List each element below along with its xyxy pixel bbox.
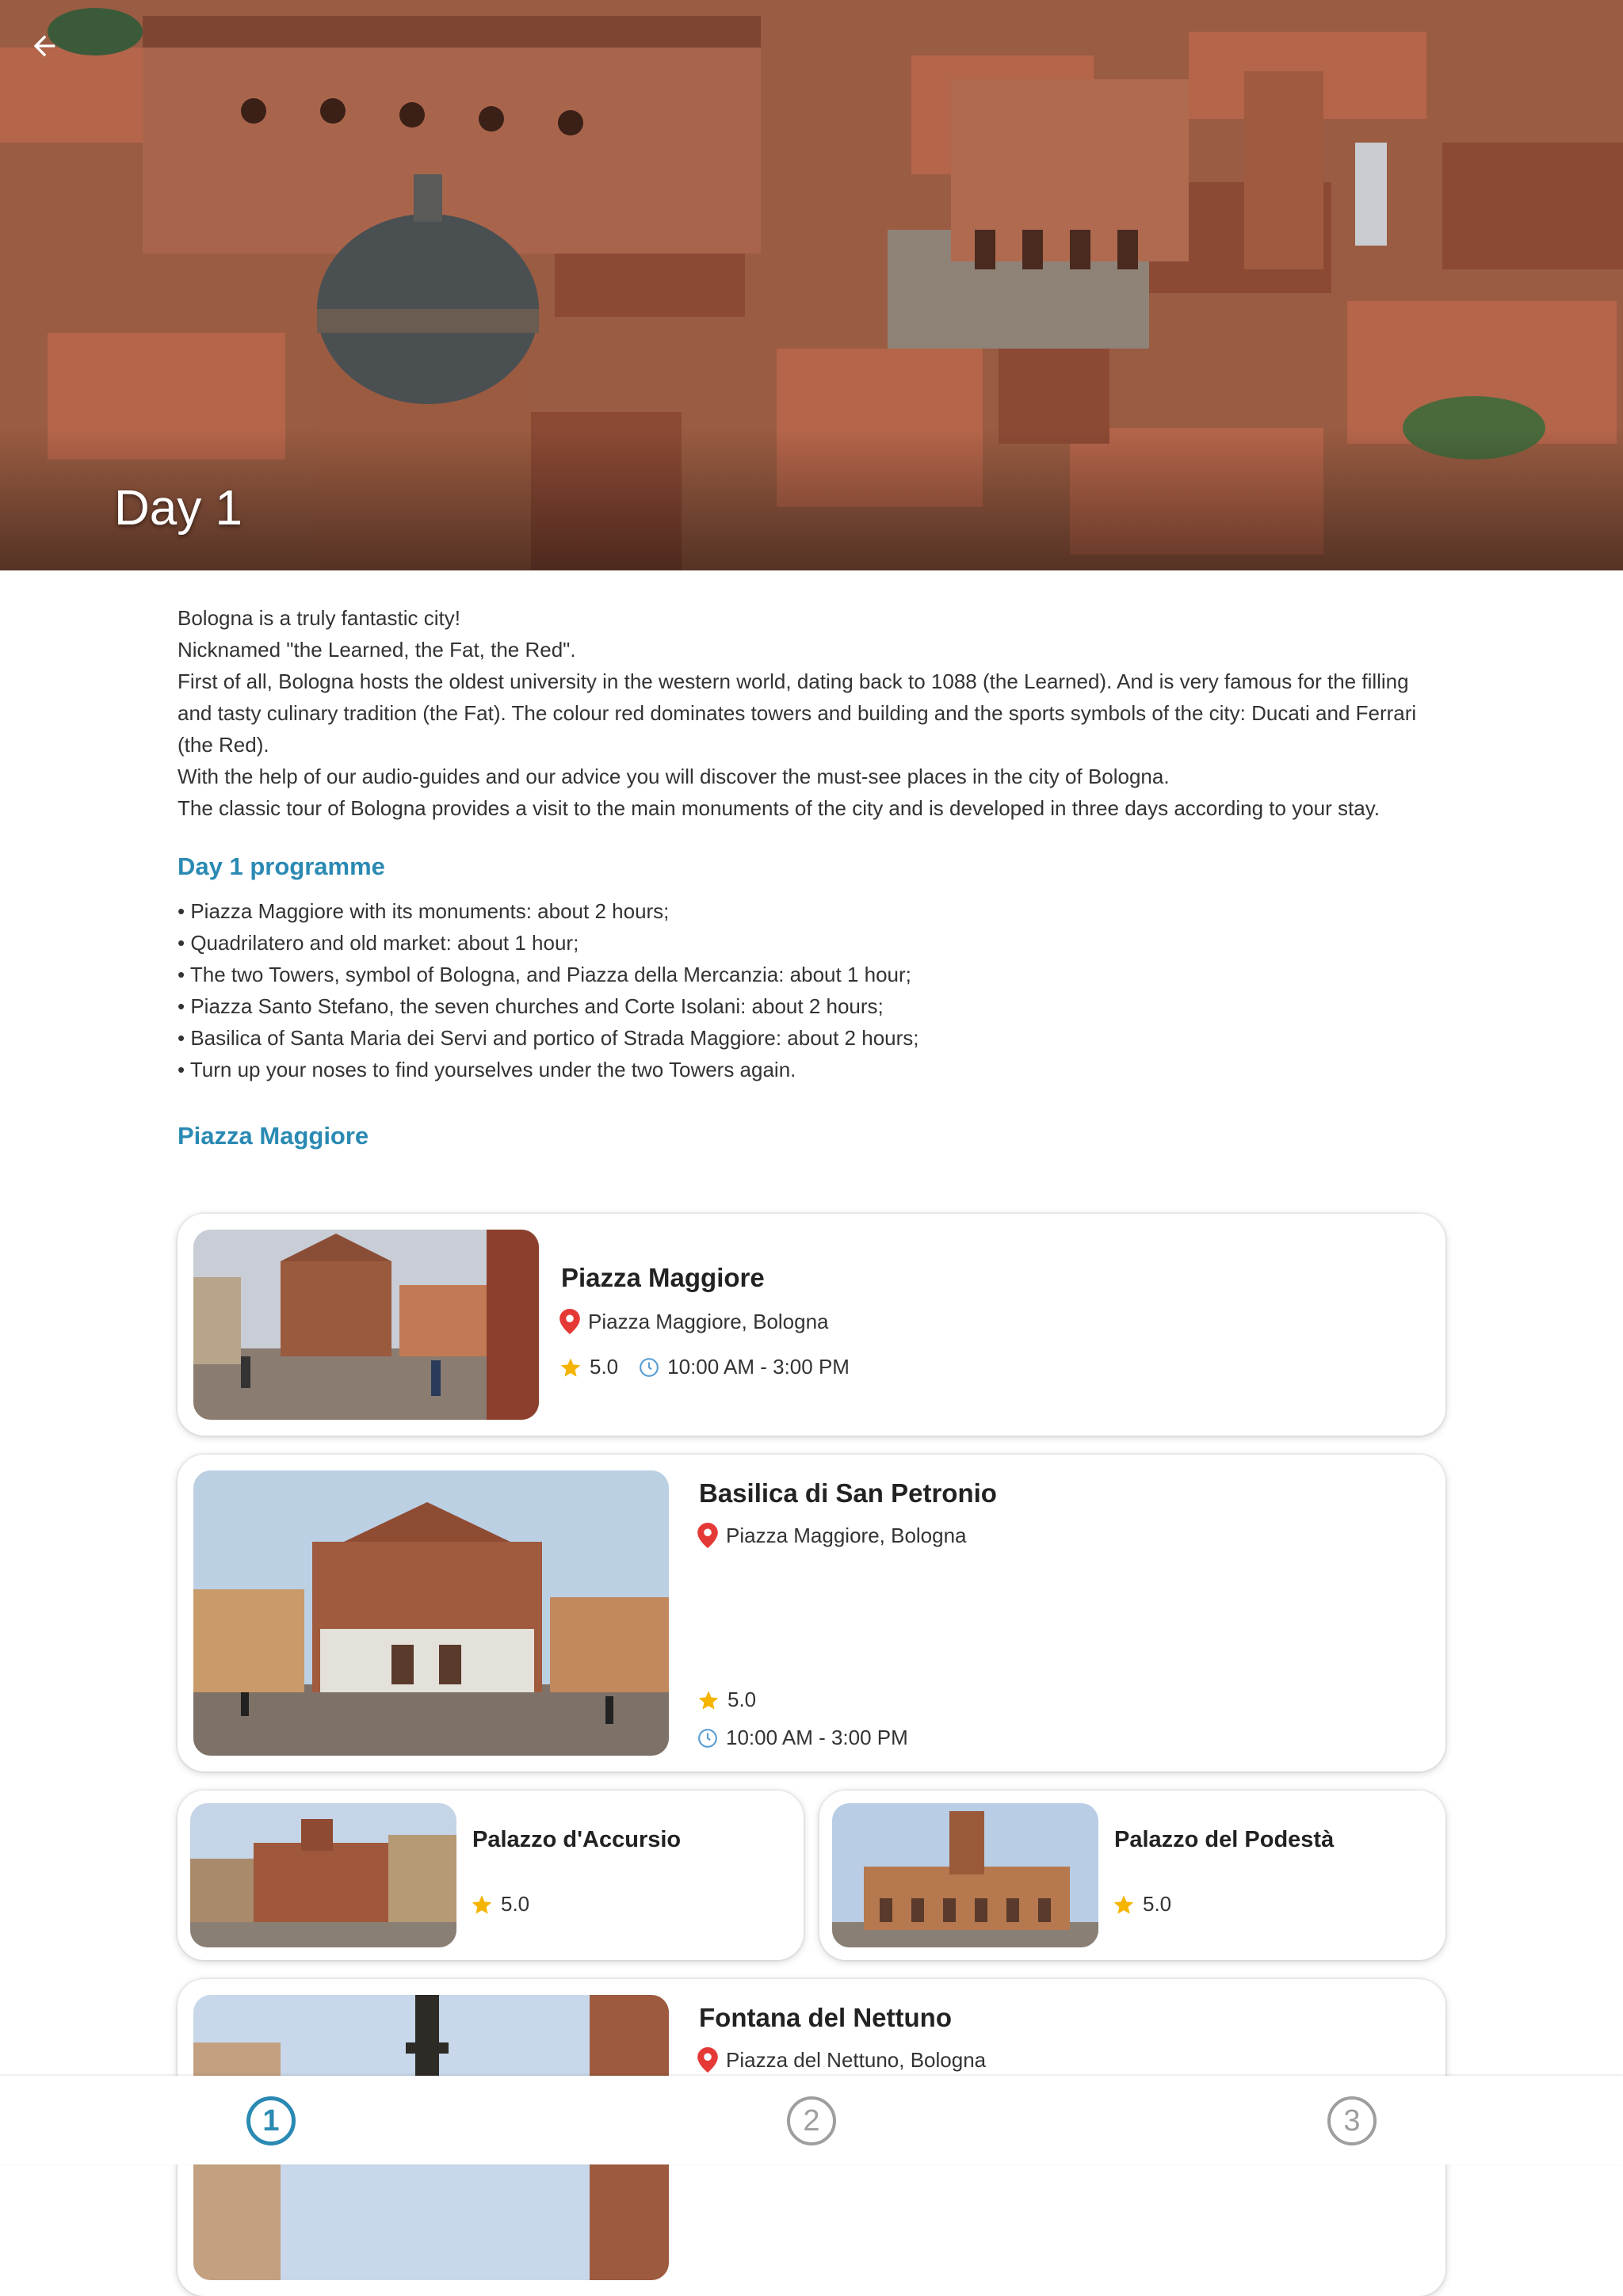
- programme-item: Quadrilatero and old market: about 1 hou…: [178, 927, 1445, 959]
- place-hours: 10:00 AM - 3:00 PM: [697, 1726, 908, 1750]
- programme-item: Basilica of Santa Maria dei Servi and po…: [178, 1022, 1445, 1054]
- star-icon: [472, 1894, 492, 1914]
- star-icon: [560, 1357, 581, 1377]
- place-location: Piazza del Nettuno, Bologna: [697, 2047, 986, 2073]
- rating-text: 5.0: [727, 1688, 757, 1711]
- location-pin-icon: [697, 2047, 718, 2073]
- place-location: Piazza Maggiore, Bologna: [697, 1523, 967, 1548]
- hero-image: Day 1: [0, 0, 1623, 570]
- arrow-left-icon: [33, 35, 55, 57]
- star-icon: [1113, 1894, 1134, 1914]
- place-thumbnail: [193, 1470, 669, 1756]
- place-thumbnail: [190, 1803, 456, 1947]
- clock-icon: [698, 1728, 717, 1748]
- nav-day-2[interactable]: 2: [787, 2096, 836, 2145]
- place-location: Piazza Maggiore, Bologna: [559, 1309, 829, 1334]
- location-pin-icon: [697, 1523, 718, 1548]
- place-thumbnail: [193, 1230, 539, 1420]
- place-name: Basilica di San Petronio: [699, 1478, 997, 1508]
- location-pin-icon: [559, 1309, 580, 1334]
- back-button[interactable]: [22, 24, 67, 68]
- place-name: Fontana del Nettuno: [699, 2003, 952, 2032]
- hours-text: 10:00 AM - 3:00 PM: [726, 1726, 908, 1749]
- place-rating: 5.0: [1113, 1892, 1171, 1917]
- place-rating: 5.0: [471, 1892, 529, 1917]
- place-card-palazzo-podesta[interactable]: Palazzo del Podestà 5.0: [819, 1791, 1445, 1960]
- place-name: Piazza Maggiore: [561, 1263, 765, 1292]
- star-icon: [698, 1690, 719, 1710]
- rating-text: 5.0: [590, 1355, 619, 1379]
- location-text: Piazza Maggiore, Bologna: [588, 1309, 829, 1333]
- hours-text: 10:00 AM - 3:00 PM: [667, 1355, 850, 1379]
- location-text: Piazza del Nettuno, Bologna: [726, 2047, 987, 2072]
- programme-list: Piazza Maggiore with its monuments: abou…: [178, 895, 1445, 1085]
- content: Bologna is a truly fantastic city! Nickn…: [178, 602, 1445, 1152]
- nav-day-1[interactable]: 1: [246, 2096, 296, 2145]
- clock-icon: [640, 1357, 659, 1377]
- place-name: Palazzo d'Accursio: [472, 1827, 682, 1852]
- place-thumbnail: [832, 1803, 1098, 1947]
- bottom-navigation: 1 2 3: [0, 2076, 1623, 2164]
- section-title: Piazza Maggiore: [178, 1122, 369, 1150]
- programme-item: Turn up your noses to find yourselves un…: [178, 1054, 1445, 1085]
- rating-text: 5.0: [1143, 1892, 1172, 1916]
- intro-paragraph: Nicknamed "the Learned, the Fat, the Red…: [178, 638, 576, 662]
- intro-paragraph: With the help of our audio-guides and ou…: [178, 765, 1170, 788]
- intro-paragraph: The classic tour of Bologna provides a v…: [178, 796, 1380, 820]
- intro-paragraph: First of all, Bologna hosts the oldest u…: [178, 669, 1417, 757]
- nav-label: 3: [1343, 2103, 1361, 2138]
- programme-item: The two Towers, symbol of Bologna, and P…: [178, 959, 1445, 990]
- nav-day-3[interactable]: 3: [1327, 2096, 1377, 2145]
- location-text: Piazza Maggiore, Bologna: [726, 1523, 967, 1547]
- programme-title: Day 1 programme: [178, 852, 385, 880]
- intro-text: Bologna is a truly fantastic city! Nickn…: [178, 602, 1445, 824]
- bologna-skyline-image: [0, 0, 1623, 570]
- place-rating: 5.0 10:00 AM - 3:00 PM: [559, 1355, 850, 1379]
- nav-label: 1: [262, 2103, 280, 2138]
- place-card-palazzo-accursio[interactable]: Palazzo d'Accursio 5.0: [178, 1791, 804, 1960]
- place-card-piazza-maggiore[interactable]: Piazza Maggiore Piazza Maggiore, Bologna…: [178, 1214, 1445, 1436]
- place-card-basilica-san-petronio[interactable]: Basilica di San Petronio Piazza Maggiore…: [178, 1455, 1445, 1772]
- programme-item: Piazza Maggiore with its monuments: abou…: [178, 895, 1445, 927]
- programme-item: Piazza Santo Stefano, the seven churches…: [178, 990, 1445, 1022]
- nav-label: 2: [803, 2103, 820, 2138]
- page-title: Day 1: [114, 481, 242, 536]
- rating-text: 5.0: [501, 1892, 530, 1916]
- intro-paragraph: Bologna is a truly fantastic city!: [178, 606, 460, 630]
- place-rating: 5.0: [697, 1688, 756, 1712]
- place-name: Palazzo del Podestà: [1114, 1827, 1335, 1852]
